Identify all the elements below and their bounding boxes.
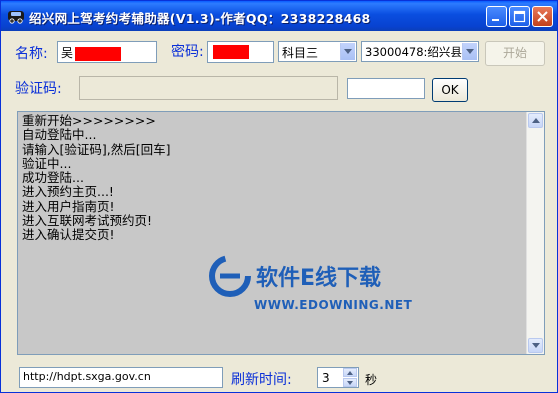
log-line: 请输入[验证码],然后[回车] xyxy=(22,141,171,157)
redaction-block xyxy=(213,44,249,59)
name-value: 吴 xyxy=(61,46,74,60)
maximize-icon xyxy=(513,10,526,23)
start-button[interactable]: 开始 xyxy=(485,41,545,66)
client-area: 名称: 吴 密码: 科目三 33000478:绍兴县驾 开始 验证码: OK 重… xyxy=(5,31,553,389)
car-icon xyxy=(8,11,24,24)
watermark-title: 软件E线下载 xyxy=(256,266,382,291)
spin-down-icon[interactable] xyxy=(343,378,357,387)
watermark-url: WWW.EDOWNING.NET xyxy=(254,298,413,312)
app-window: 绍兴网上驾考约考辅助器(V1.3)-作者QQ：2338228468 名称: 吴 … xyxy=(0,0,558,393)
maximize-button[interactable] xyxy=(509,6,530,27)
ok-button[interactable]: OK xyxy=(432,78,468,102)
log-line: 重新开始>>>>>>>> xyxy=(22,113,156,128)
refresh-value: 3 xyxy=(322,371,330,385)
subject-select-value: 科目三 xyxy=(282,46,319,60)
location-select-value: 33000478:绍兴县驾 xyxy=(365,45,474,59)
scroll-up-icon[interactable] xyxy=(528,113,543,128)
captcha-image-box xyxy=(79,76,338,100)
log-line: 验证中... xyxy=(22,155,72,171)
log-area[interactable]: 重新开始>>>>>>>> 自动登陆中... 请输入[验证码],然后[回车] 验证… xyxy=(17,111,545,355)
log-line: 自动登陆中... xyxy=(22,127,97,143)
chevron-down-icon[interactable] xyxy=(340,43,355,60)
redaction-block xyxy=(75,46,122,61)
url-input[interactable]: http://hdpt.sxga.gov.cn xyxy=(19,367,223,388)
log-line: 成功登陆... xyxy=(22,170,84,186)
window-title: 绍兴网上驾考约考辅助器(V1.3)-作者QQ：2338228468 xyxy=(29,11,371,26)
title-bar[interactable]: 绍兴网上驾考约考辅助器(V1.3)-作者QQ：2338228468 xyxy=(1,1,557,31)
captcha-label: 验证码: xyxy=(15,81,62,97)
seconds-unit-label: 秒 xyxy=(365,373,378,387)
close-button[interactable] xyxy=(532,6,553,27)
log-scrollbar[interactable] xyxy=(526,112,544,354)
refresh-label: 刷新时间: xyxy=(231,372,292,388)
password-input[interactable] xyxy=(207,41,274,63)
edowning-logo-icon xyxy=(209,255,251,297)
spin-up-icon[interactable] xyxy=(343,368,357,377)
location-select[interactable]: 33000478:绍兴县驾 xyxy=(361,41,479,62)
log-line: 进入互联网考试预约页! xyxy=(22,213,153,229)
captcha-input[interactable] xyxy=(347,78,425,99)
scroll-down-icon[interactable] xyxy=(528,338,543,353)
minimize-icon xyxy=(492,19,499,21)
log-lines: 重新开始>>>>>>>> 自动登陆中... 请输入[验证码],然后[回车] 验证… xyxy=(22,113,171,243)
watermark: 软件E线下载 WWW.EDOWNING.NET xyxy=(208,252,412,332)
password-label: 密码: xyxy=(171,44,204,60)
chevron-down-icon[interactable] xyxy=(462,43,477,60)
subject-select[interactable]: 科目三 xyxy=(278,41,357,62)
close-icon xyxy=(537,11,548,22)
name-label: 名称: xyxy=(15,46,48,62)
log-line: 进入预约主页...! xyxy=(22,184,114,200)
refresh-interval-spinner[interactable]: 3 xyxy=(317,367,359,388)
log-line: 进入确认提交页! xyxy=(22,227,115,243)
minimize-button[interactable] xyxy=(486,6,507,27)
log-line: 进入用户指南页! xyxy=(22,198,115,214)
name-input[interactable]: 吴 xyxy=(57,41,157,63)
